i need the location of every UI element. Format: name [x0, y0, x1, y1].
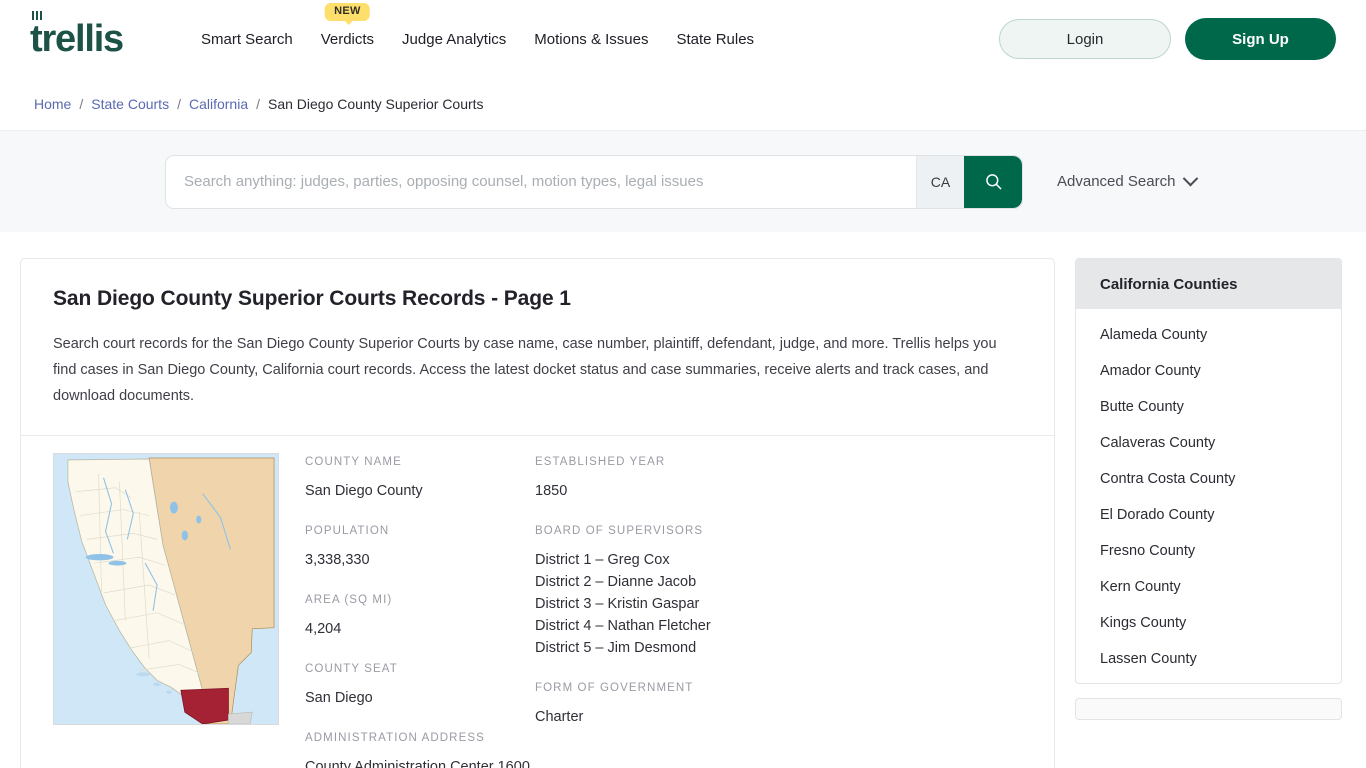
brand-logo[interactable]: trellis: [30, 11, 124, 60]
main-navigation: Smart Search NEW Verdicts Judge Analytic…: [201, 2, 755, 54]
nav-label: State Rules: [676, 30, 755, 48]
supervisor-row: District 3 – Kristin Gaspar: [535, 596, 700, 612]
search-submit-button[interactable]: [964, 155, 1022, 208]
field-label: AREA (SQ MI): [305, 594, 393, 606]
signup-button[interactable]: Sign Up: [1185, 18, 1336, 60]
logo-mark-icon: [32, 11, 43, 20]
sidebar-item-lassen[interactable]: Lassen County: [1076, 641, 1341, 677]
field-population: POPULATION 3,338,330: [305, 525, 535, 571]
nav-label: Judge Analytics: [402, 30, 507, 48]
field-county-name: COUNTY NAME San Diego County: [305, 456, 535, 502]
field-value: 4,204: [305, 621, 342, 637]
breadcrumb-separator: /: [177, 96, 181, 112]
supervisor-row: District 1 – Greg Cox: [535, 552, 670, 568]
county-detail-area: COUNTY NAME San Diego County POPULATION …: [21, 436, 1054, 768]
field-value: Charter: [535, 709, 584, 725]
search-section: CA Advanced Search: [0, 130, 1366, 232]
breadcrumb-item-california[interactable]: California: [189, 96, 248, 112]
supervisor-row: District 2 – Dianne Jacob: [535, 574, 697, 590]
advanced-search-label: Advanced Search: [1057, 173, 1176, 190]
sidebar-item-kern[interactable]: Kern County: [1076, 569, 1341, 605]
supervisor-row: District 4 – Nathan Fletcher: [535, 618, 711, 634]
search-icon: [985, 174, 1001, 190]
search-input[interactable]: [166, 155, 916, 208]
field-label: ESTABLISHED YEAR: [535, 456, 666, 468]
chevron-down-icon: [1183, 170, 1199, 187]
field-value: 3,338,330: [305, 552, 370, 568]
field-board-of-supervisors: BOARD OF SUPERVISORS District 1 – Greg C…: [535, 525, 835, 659]
field-label: FORM OF GOVERNMENT: [535, 682, 694, 694]
search-box: CA: [165, 154, 1023, 209]
county-list: Alameda County Amador County Butte Count…: [1076, 309, 1341, 683]
county-fields: COUNTY NAME San Diego County POPULATION …: [305, 453, 1022, 768]
nav-label: Motions & Issues: [534, 30, 649, 48]
nav-item-state-rules[interactable]: State Rules: [677, 25, 755, 54]
field-county-seat: COUNTY SEAT San Diego: [305, 663, 535, 709]
sidebar: California Counties Alameda County Amado…: [1075, 258, 1342, 720]
field-form-of-government: FORM OF GOVERNMENT Charter: [535, 682, 835, 728]
breadcrumb-separator: /: [256, 96, 260, 112]
field-value: San Diego: [305, 690, 373, 706]
field-area: AREA (SQ MI) 4,204: [305, 594, 535, 640]
breadcrumb-item-state-courts[interactable]: State Courts: [91, 96, 169, 112]
fields-column-left: COUNTY NAME San Diego County POPULATION …: [305, 456, 535, 768]
sidebar-item-el-dorado[interactable]: El Dorado County: [1076, 497, 1341, 533]
breadcrumb-current: San Diego County Superior Courts: [268, 96, 484, 112]
site-header: trellis Smart Search NEW Verdicts Judge …: [0, 0, 1366, 78]
nav-item-verdicts[interactable]: NEW Verdicts: [320, 2, 375, 54]
field-label: COUNTY SEAT: [305, 663, 398, 675]
new-badge: NEW: [325, 2, 370, 25]
sidebar-item-alameda[interactable]: Alameda County: [1076, 317, 1341, 353]
sidebar-item-amador[interactable]: Amador County: [1076, 353, 1341, 389]
field-value: 1850: [535, 483, 568, 499]
sidebar-title: California Counties: [1076, 259, 1341, 309]
brand-name: trellis: [30, 18, 124, 60]
page-description: Search court records for the San Diego C…: [53, 336, 997, 404]
sidebar-item-fresno[interactable]: Fresno County: [1076, 533, 1341, 569]
field-value: County Administration Center 1600: [305, 759, 530, 768]
nav-item-judge-analytics[interactable]: Judge Analytics: [402, 25, 506, 54]
county-map-image: [53, 453, 279, 725]
sidebar-item-kings[interactable]: Kings County: [1076, 605, 1341, 641]
breadcrumb: Home / State Courts / California / San D…: [0, 78, 1366, 130]
state-selector[interactable]: CA: [916, 155, 964, 208]
field-label: ADMINISTRATION ADDRESS: [305, 732, 485, 744]
nav-item-smart-search[interactable]: Smart Search: [201, 25, 293, 54]
field-value: San Diego County: [305, 483, 423, 499]
sidebar-item-butte[interactable]: Butte County: [1076, 389, 1341, 425]
field-label: POPULATION: [305, 525, 390, 537]
sidebar-secondary-card: [1075, 698, 1342, 720]
login-button[interactable]: Login: [999, 19, 1171, 59]
advanced-search-toggle[interactable]: Advanced Search: [1057, 170, 1199, 190]
nav-label: Smart Search: [200, 30, 293, 48]
search-wrapper: CA Advanced Search: [165, 154, 1199, 209]
page-body: San Diego County Superior Courts Records…: [0, 232, 1366, 768]
page-title: San Diego County Superior Courts Records…: [53, 287, 571, 310]
field-established-year: ESTABLISHED YEAR 1850: [535, 456, 835, 502]
sidebar-item-calaveras[interactable]: Calaveras County: [1076, 425, 1341, 461]
nav-item-motions-issues[interactable]: Motions & Issues: [534, 25, 648, 54]
nav-label: Verdicts: [320, 30, 375, 48]
california-counties-card: California Counties Alameda County Amado…: [1075, 258, 1342, 684]
main-content-card: San Diego County Superior Courts Records…: [20, 258, 1055, 768]
field-administration-address: ADMINISTRATION ADDRESS County Administra…: [305, 732, 535, 768]
breadcrumb-item-home[interactable]: Home: [34, 96, 71, 112]
header-actions: Login Sign Up: [999, 18, 1336, 60]
fields-column-right: ESTABLISHED YEAR 1850 BOARD OF SUPERVISO…: [535, 456, 835, 768]
breadcrumb-separator: /: [79, 96, 84, 112]
field-label: COUNTY NAME: [305, 456, 402, 468]
field-label: BOARD OF SUPERVISORS: [535, 525, 704, 537]
supervisor-row: District 5 – Jim Desmond: [535, 640, 697, 656]
card-header: San Diego County Superior Courts Records…: [21, 259, 1054, 435]
california-map-svg: [54, 454, 278, 724]
sidebar-item-contra-costa[interactable]: Contra Costa County: [1076, 461, 1341, 497]
